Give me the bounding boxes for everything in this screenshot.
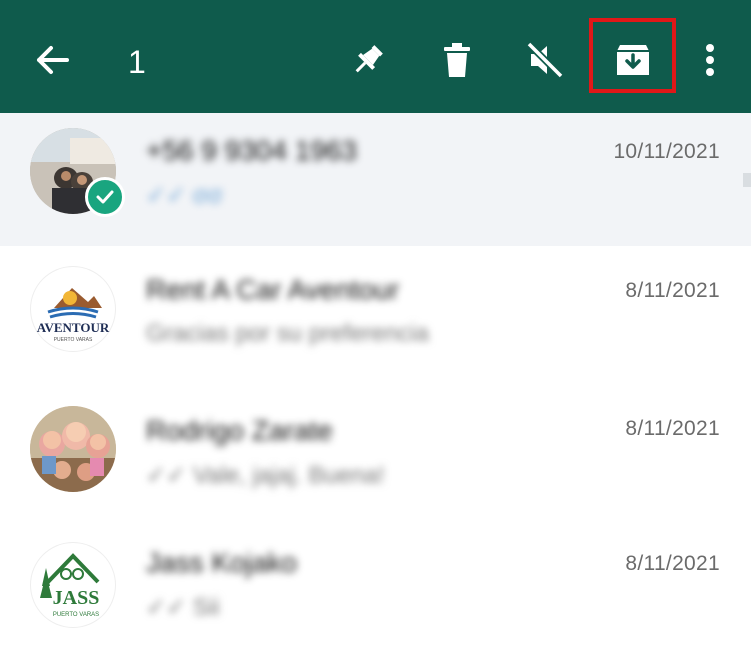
chat-date: 8/11/2021 [625,279,720,302]
chat-list: +56 9 9304 1963 ✓✓ σσ 10/11/2021 AVENTOU… [0,113,751,642]
avatar: AVENTOUR PUERTO VARAS [30,266,116,352]
chat-row[interactable]: AVENTOUR PUERTO VARAS Rent A Car Aventou… [0,246,751,379]
avatar [30,406,116,492]
trash-icon [444,43,470,77]
checkmark-icon [96,190,114,204]
aventour-logo-sub: PUERTO VARAS [54,337,93,343]
archive-highlight-box [589,18,676,93]
chat-row[interactable]: Rodrigo Zarate ✓✓ Vale, jajaj. Buena! 8/… [0,379,751,512]
chat-preview: ✓✓ Sii [146,594,220,621]
back-arrow-icon [37,46,69,74]
selection-toolbar: 1 [0,0,751,113]
chat-name: Rodrigo Zarate [146,415,333,446]
selected-check-badge [85,177,125,217]
chat-row[interactable]: +56 9 9304 1963 ✓✓ σσ 10/11/2021 [0,113,751,246]
chat-date: 8/11/2021 [625,417,720,440]
chat-row[interactable]: JASS PUERTO VARAS Jass Kojako ✓✓ Sii 8/1… [0,512,751,645]
chat-name: Jass Kojako [146,547,297,578]
chat-date: 10/11/2021 [613,140,720,163]
jass-logo-sub: PUERTO VARAS [53,612,99,618]
pin-icon [355,45,383,73]
chat-preview: ✓✓ σσ [146,182,223,209]
pin-button[interactable] [344,36,392,84]
mute-icon [526,41,564,79]
aventour-logo-text: AVENTOUR [37,320,110,335]
chat-name: Rent A Car Aventour [146,274,400,305]
more-vert-icon [706,44,714,76]
chat-name: +56 9 9304 1963 [146,135,357,166]
chat-preview: ✓✓ Vale, jajaj. Buena! [146,462,385,489]
chat-date: 8/11/2021 [625,552,720,575]
mute-button[interactable] [521,36,569,84]
selected-count: 1 [128,44,146,80]
back-button[interactable] [28,36,76,84]
avatar: JASS PUERTO VARAS [30,542,116,628]
scrollbar-thumb[interactable] [743,173,751,187]
chat-preview: Gracias por su preferencia [146,320,429,347]
more-options-button[interactable] [688,36,732,84]
delete-button[interactable] [433,36,481,84]
jass-logo-text: JASS [53,587,100,609]
